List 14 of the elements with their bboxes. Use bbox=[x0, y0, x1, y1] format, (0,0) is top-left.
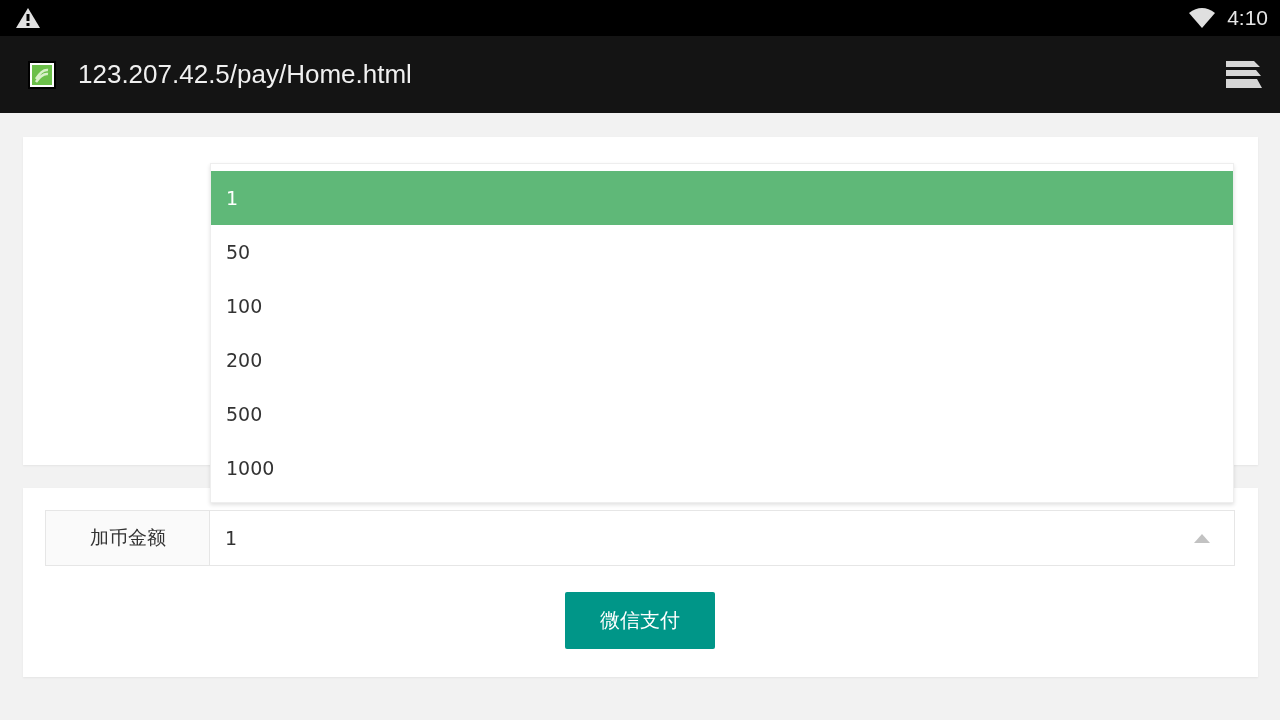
caret-icon bbox=[1194, 533, 1210, 543]
clock: 4:10 bbox=[1227, 6, 1268, 30]
warning-icon bbox=[16, 8, 40, 28]
dropdown-option[interactable]: 100 bbox=[211, 279, 1233, 333]
pay-button[interactable]: 微信支付 bbox=[565, 592, 715, 649]
page-url[interactable]: 123.207.42.5/pay/Home.html bbox=[78, 59, 1226, 90]
site-icon bbox=[28, 60, 56, 89]
dropdown-option[interactable]: 500 bbox=[211, 387, 1233, 441]
dropdown-option[interactable]: 200 bbox=[211, 333, 1233, 387]
tabs-icon[interactable] bbox=[1226, 60, 1262, 89]
dropdown-option[interactable]: 50 bbox=[211, 225, 1233, 279]
dropdown-option[interactable]: 1000 bbox=[211, 441, 1233, 495]
wifi-icon bbox=[1189, 8, 1216, 28]
field-label: 加币金额 bbox=[45, 510, 209, 566]
